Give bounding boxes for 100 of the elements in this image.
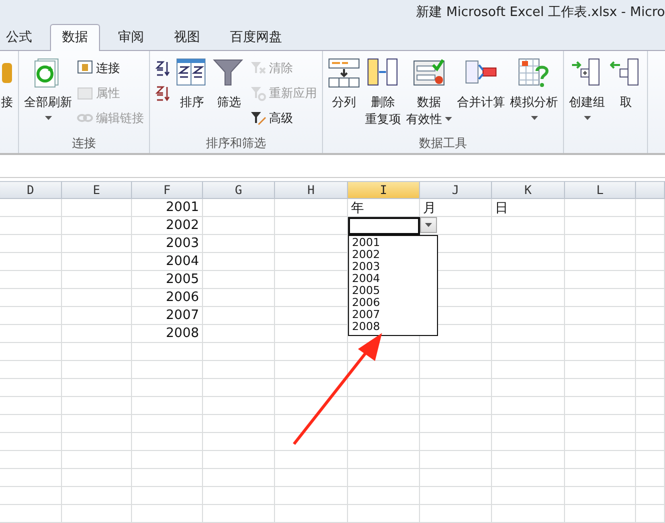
table-cell — [132, 379, 203, 397]
table-cell — [0, 307, 62, 325]
table-cell — [0, 433, 62, 451]
dropdown-button[interactable] — [420, 217, 437, 233]
column-header[interactable]: D — [0, 181, 62, 199]
table-cell — [62, 397, 132, 415]
ribbon-tab[interactable]: 公式 — [0, 24, 44, 50]
ribbon-button[interactable]: 创建组 — [567, 57, 607, 120]
column-header[interactable]: F — [132, 181, 203, 199]
ribbon-button[interactable]: 高级 — [248, 108, 319, 128]
table-cell — [62, 325, 132, 343]
table-cell — [203, 217, 275, 235]
ribbon-button[interactable]: 连接 — [75, 58, 146, 78]
ribbon-tab[interactable]: 数据 — [50, 24, 100, 51]
list-option[interactable]: 2001 — [352, 237, 434, 249]
table-cell — [132, 343, 203, 361]
list-option[interactable]: 2005 — [352, 285, 434, 297]
table-cell — [62, 235, 132, 253]
list-option[interactable]: 2008 — [352, 321, 434, 333]
ribbon-button[interactable]: 全部刷新 — [22, 57, 74, 120]
table-cell: 2008 — [132, 325, 203, 343]
table-cell — [203, 199, 275, 217]
table-cell — [636, 415, 665, 433]
ribbon-tab[interactable]: 视图 — [162, 24, 212, 50]
table-cell — [565, 361, 636, 379]
table-cell — [132, 361, 203, 379]
table-cell — [0, 199, 62, 217]
column-header[interactable]: K — [492, 181, 565, 199]
window-title: 新建 Microsoft Excel 工作表.xlsx - Micro — [416, 4, 665, 21]
table-cell — [203, 415, 275, 433]
table-cell — [636, 451, 665, 469]
table-cell — [132, 451, 203, 469]
table-cell — [203, 433, 275, 451]
table-cell — [636, 325, 665, 343]
list-option[interactable]: 2006 — [352, 297, 434, 309]
table-cell — [203, 307, 275, 325]
table-cell — [636, 235, 665, 253]
table-cell — [636, 199, 665, 217]
table-cell — [203, 397, 275, 415]
ribbon-button[interactable]: 接 — [0, 57, 15, 110]
table-cell — [636, 361, 665, 379]
table-cell — [0, 505, 62, 523]
ribbon-button[interactable]: 模拟分析 — [508, 57, 560, 120]
column-header[interactable]: I — [348, 181, 420, 199]
ribbon-button[interactable]: 分列 — [326, 57, 362, 110]
table-cell — [62, 199, 132, 217]
table-cell: 2006 — [132, 289, 203, 307]
table-cell — [132, 469, 203, 487]
table-cell — [62, 451, 132, 469]
table-cell — [420, 433, 492, 451]
table-cell — [62, 289, 132, 307]
table-cell — [203, 361, 275, 379]
ribbon-button[interactable]: 数据 有效性 — [404, 57, 454, 127]
ribbon-tab[interactable]: 审阅 — [106, 24, 156, 50]
sort-descending-icon — [155, 85, 171, 101]
list-option[interactable]: 2003 — [352, 261, 434, 273]
table-cell[interactable] — [348, 217, 420, 235]
table-cell — [62, 379, 132, 397]
table-cell — [348, 433, 420, 451]
list-option[interactable]: 2007 — [352, 309, 434, 321]
text-to-columns-icon — [328, 57, 360, 89]
list-option[interactable]: 2002 — [352, 249, 434, 261]
table-cell — [636, 397, 665, 415]
column-header[interactable]: E — [62, 181, 132, 199]
table-cell — [132, 487, 203, 505]
table-cell — [203, 325, 275, 343]
table-cell — [0, 469, 62, 487]
table-cell — [203, 379, 275, 397]
table-cell: 2007 — [132, 307, 203, 325]
ribbon-button[interactable]: 取 — [608, 57, 644, 110]
table-cell — [132, 505, 203, 523]
ribbon-button[interactable]: 合并计算 — [455, 57, 507, 110]
table-cell — [420, 343, 492, 361]
table-cell — [132, 415, 203, 433]
caret-icon — [44, 116, 52, 120]
table-cell — [420, 397, 492, 415]
funnel-icon — [250, 85, 266, 101]
table-cell — [62, 307, 132, 325]
table-cell — [636, 217, 665, 235]
table-cell — [420, 361, 492, 379]
table-cell — [62, 343, 132, 361]
table-cell — [203, 271, 275, 289]
table-cell — [565, 343, 636, 361]
ribbon-button[interactable]: 排序 — [174, 57, 210, 110]
table-cell — [348, 505, 420, 523]
list-option[interactable]: 2004 — [352, 273, 434, 285]
ribbon-tab[interactable]: 百度网盘 — [218, 24, 294, 50]
table-cell — [0, 235, 62, 253]
table-cell — [0, 451, 62, 469]
caret-icon — [530, 116, 538, 120]
table-cell — [565, 505, 636, 523]
column-header[interactable]: L — [565, 181, 636, 199]
group-label: 排序和筛选 — [206, 135, 266, 152]
table-cell — [348, 469, 420, 487]
column-header[interactable]: G — [203, 181, 275, 199]
column-header[interactable]: J — [420, 181, 492, 199]
ribbon-button[interactable]: 删除 重复项 — [363, 57, 403, 127]
ribbon-button[interactable]: 筛选 — [211, 57, 247, 110]
column-header[interactable]: H — [275, 181, 348, 199]
table-cell — [636, 307, 665, 325]
